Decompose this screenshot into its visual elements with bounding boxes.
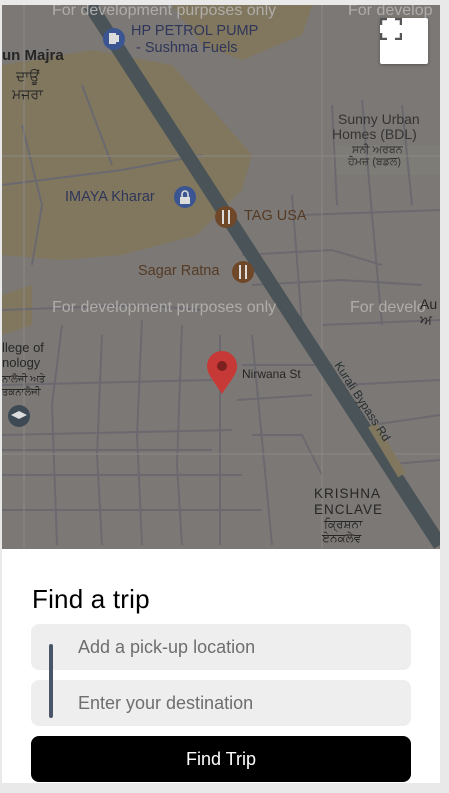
map-label-sunny: ਹੋਮਜ਼ (ਬਡਲ): [347, 155, 401, 168]
map-label-sagar: Sagar Ratna: [138, 263, 220, 279]
page-title: Find a trip: [32, 584, 150, 614]
map-canvas: For development purposes only For develo…: [2, 5, 440, 549]
map-label-sunny: Homes (BDL): [332, 126, 417, 142]
map-label-college: ਨਾਲੋਜੀ ਅਤੇ: [2, 372, 46, 385]
dev-watermark: For develop: [348, 5, 433, 19]
map-label-majra: un Majra: [2, 47, 64, 64]
map-label-nirwana: Nirwana St: [242, 367, 301, 381]
map-label-hp-petrol: HP PETROL PUMP: [131, 23, 258, 39]
map-label-sunny: Sunny Urban: [338, 111, 420, 127]
map-label-krishna: ENCLAVE: [314, 502, 383, 517]
dev-watermark: For development purposes only: [52, 5, 276, 19]
map-label-majra: ਦਾਊਂ: [15, 68, 40, 85]
dev-watermark: For develo: [350, 299, 426, 316]
map-label-krishna: KRISHNA: [314, 486, 381, 501]
destination-input[interactable]: [31, 680, 411, 726]
fuel-icon: [103, 28, 125, 50]
map-label-tag-usa: TAG USA: [244, 208, 307, 224]
school-lock-icon: [174, 186, 196, 208]
fullscreen-icon: [380, 18, 402, 40]
fullscreen-button[interactable]: [380, 18, 428, 64]
map-label-sunny: ਸਨੀ ਅਰਬਨ: [351, 143, 404, 156]
map-label-au: ਅ: [419, 312, 433, 328]
map-view[interactable]: For development purposes only For develo…: [2, 5, 440, 549]
map-label-college: ਤਕਨਾਲੋਜੀ: [2, 385, 42, 398]
app-frame: For development purposes only For develo…: [2, 5, 440, 783]
map-label-college: llege of: [2, 340, 44, 355]
map-label-krishna: ਏਨਕਲੇਵ: [321, 531, 362, 545]
location-pin-icon: [207, 351, 237, 394]
map-label-imaya: IMAYA Kharar: [65, 189, 155, 205]
find-trip-button[interactable]: Find Trip: [31, 736, 411, 782]
map-label-au: Au: [420, 296, 437, 312]
pickup-location-input[interactable]: [31, 624, 411, 670]
restaurant-icon: [215, 206, 237, 228]
zone-yellow-west: [2, 50, 252, 260]
map-label-majra: ਮਜਰਾ: [11, 86, 44, 102]
graduation-cap-icon: [8, 405, 30, 427]
map-label-hp-petrol: - Sushma Fuels: [136, 40, 238, 56]
dev-watermark: For development purposes only: [52, 299, 276, 316]
restaurant-icon: [232, 261, 254, 283]
map-label-college: nology: [2, 355, 41, 370]
route-connector-line: [49, 644, 53, 718]
trip-panel: Find a trip Find Trip: [2, 549, 440, 783]
